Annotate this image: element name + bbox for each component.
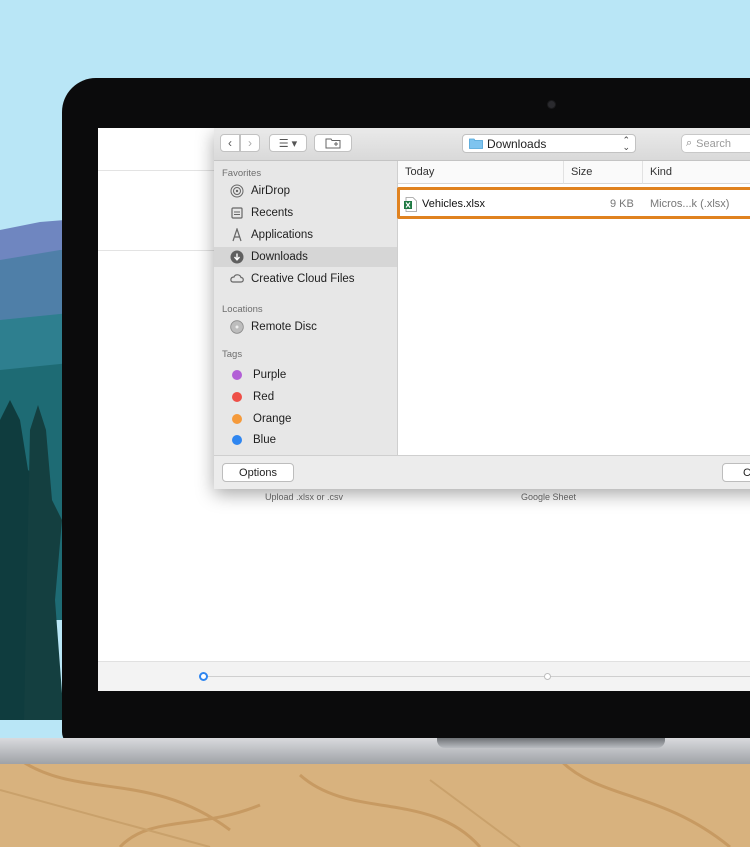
search-placeholder: Search — [696, 137, 732, 150]
sidebar-tag-red[interactable]: Red — [214, 387, 397, 407]
laptop-notch — [437, 738, 665, 748]
sidebar-item-label: Red — [253, 391, 275, 403]
dialog-footer: Options C — [214, 455, 750, 489]
recents-icon — [230, 206, 244, 220]
camera-icon — [548, 101, 555, 108]
location-label: Downloads — [487, 136, 547, 151]
dialog-sidebar: Favorites AirDrop Recents Applications D… — [214, 161, 398, 455]
file-highlight-outline — [397, 187, 750, 219]
google-sheet-caption: Google Sheet — [521, 492, 577, 502]
step-indicator-active[interactable] — [199, 672, 208, 681]
step-indicator[interactable] — [544, 673, 551, 680]
chevron-right-icon: › — [248, 136, 252, 150]
folder-icon — [469, 138, 483, 149]
tag-purple-icon — [232, 370, 242, 380]
column-header-name[interactable]: Today — [398, 161, 564, 184]
app-divider — [98, 170, 214, 171]
sidebar-tag-orange[interactable]: Orange — [214, 409, 397, 429]
desktop-scene: Upload .xlsx or .csv Google Sheet ‹ › ☰ … — [0, 0, 750, 847]
upload-caption: Upload .xlsx or .csv — [265, 492, 344, 502]
sidebar-item-airdrop[interactable]: AirDrop — [214, 181, 397, 201]
cancel-button[interactable]: C — [722, 463, 750, 482]
sidebar-item-label: Creative Cloud Files — [251, 273, 355, 285]
favorites-header: Favorites — [222, 168, 262, 179]
list-view-icon: ☰ ▾ — [278, 137, 298, 150]
sidebar-tag-purple[interactable]: Purple — [214, 365, 397, 385]
forward-button[interactable]: › — [240, 134, 260, 152]
tag-red-icon — [232, 392, 242, 402]
tags-header: Tags — [222, 349, 243, 360]
back-button[interactable]: ‹ — [220, 134, 240, 152]
sidebar-item-applications[interactable]: Applications — [214, 225, 397, 245]
view-options-button[interactable]: ☰ ▾ — [269, 134, 307, 152]
sidebar-item-downloads[interactable]: Downloads — [214, 247, 397, 267]
sidebar-item-label: AirDrop — [251, 185, 290, 197]
sidebar-item-label: Remote Disc — [251, 321, 317, 333]
sidebar-tag-blue[interactable]: Blue — [214, 430, 397, 450]
search-icon: ⌕ — [686, 137, 693, 149]
app-divider — [98, 250, 214, 251]
laptop-screen: Upload .xlsx or .csv Google Sheet ‹ › ☰ … — [98, 128, 750, 691]
downloads-icon — [230, 250, 244, 264]
step-track — [203, 676, 750, 677]
chevron-left-icon: ‹ — [228, 136, 232, 150]
sidebar-item-label: Recents — [251, 207, 294, 219]
locations-header: Locations — [222, 304, 263, 315]
sidebar-item-creative-cloud[interactable]: Creative Cloud Files — [214, 269, 397, 289]
file-list: Today Size Kind Vehicles.xlsx 9 KB Micro… — [397, 161, 750, 455]
tag-orange-icon — [232, 414, 242, 424]
sidebar-item-label: Applications — [251, 229, 314, 241]
sidebar-item-remote-disc[interactable]: Remote Disc — [214, 317, 397, 337]
airdrop-icon — [230, 184, 244, 198]
new-folder-icon — [325, 138, 341, 149]
new-folder-button[interactable] — [314, 134, 352, 152]
sidebar-item-recents[interactable]: Recents — [214, 203, 397, 223]
tag-blue-icon — [232, 435, 242, 445]
sidebar-item-label: Downloads — [251, 251, 308, 263]
applications-icon — [230, 228, 244, 242]
file-open-dialog: ‹ › ☰ ▾ Downloads ⌃ ⌄ ⌕ Search Favorites… — [214, 128, 750, 489]
location-popup[interactable]: Downloads ⌃ ⌄ — [462, 134, 636, 153]
column-header-size[interactable]: Size — [564, 161, 643, 184]
updown-chevron-icon: ⌃ ⌄ — [622, 134, 630, 152]
dialog-toolbar: ‹ › ☰ ▾ Downloads ⌃ ⌄ ⌕ Search — [214, 128, 750, 161]
creative-cloud-icon — [230, 272, 244, 286]
sidebar-item-label: Orange — [253, 413, 292, 425]
search-field[interactable]: ⌕ Search — [681, 134, 750, 153]
column-header-kind[interactable]: Kind — [643, 161, 750, 184]
options-button[interactable]: Options — [222, 463, 294, 482]
disc-icon — [230, 320, 244, 334]
sidebar-item-label: Blue — [253, 434, 277, 446]
sidebar-item-label: Purple — [253, 369, 287, 381]
